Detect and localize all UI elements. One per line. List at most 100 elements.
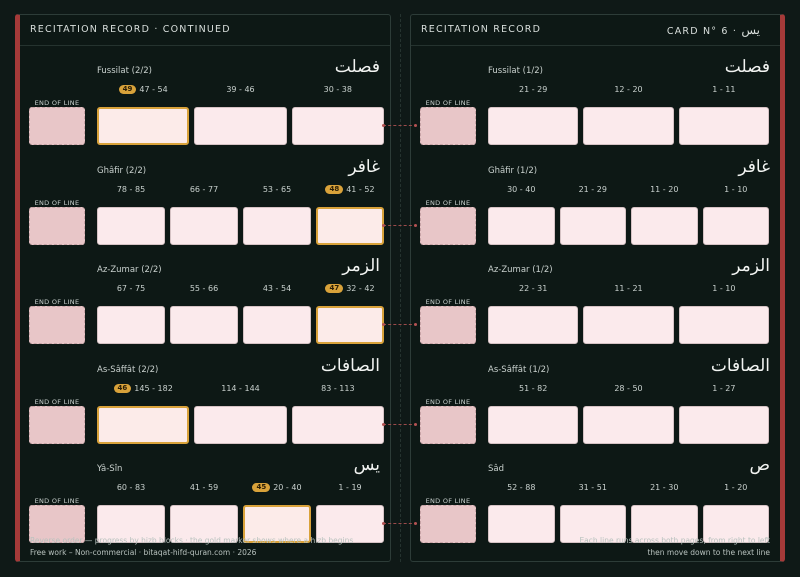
verse-range-text: 53 - 65 — [262, 184, 292, 194]
recitation-block[interactable] — [170, 306, 238, 344]
verse-range-text: 1 - 11 — [712, 85, 736, 94]
block-verse-range: 22 - 31 — [488, 284, 578, 293]
block-verse-range: 21 - 29 — [560, 185, 627, 194]
verse-range-text: 41 - 59 — [189, 483, 219, 492]
verse-range-text: 21 - 30 — [650, 483, 679, 492]
hizb-badge: 48 — [325, 184, 344, 194]
block-verse-range: 41 - 59 — [170, 483, 238, 492]
surah-arabic-name: الزمر — [342, 256, 380, 276]
surah-name: Fussilat (1/2) — [488, 66, 543, 76]
block-verse-range: 66 - 77 — [170, 185, 238, 194]
recitation-block[interactable] — [170, 206, 238, 245]
verse-range-text: 11 - 21 — [614, 284, 643, 293]
surah-arabic-name: الزمر — [732, 256, 770, 276]
block-verse-range: 53 - 65 — [243, 185, 311, 194]
end-of-line-box[interactable] — [29, 306, 85, 344]
surah-section: As-Sâffât (2/2) الصافات END OF LINE 46 145 -… — [20, 356, 390, 459]
block-verse-range: 21 - 29 — [488, 85, 578, 94]
verse-range-text: 51 - 82 — [518, 383, 548, 393]
block-verse-range: 1 - 10 — [703, 185, 770, 194]
verse-range-text: 43 - 54 — [262, 284, 292, 293]
surah-arabic-name: غافر — [348, 156, 380, 177]
block-verse-range: 21 - 30 — [631, 483, 698, 492]
verse-range-text: 28 - 50 — [614, 383, 643, 393]
block-verse-range: 67 - 75 — [97, 284, 165, 293]
recitation-block[interactable] — [678, 405, 769, 444]
end-of-line-box[interactable] — [420, 206, 476, 245]
recitation-block[interactable] — [702, 206, 769, 245]
hizb-badge: 46 — [113, 383, 132, 393]
surah-section: Ghâfir (1/2) غافر END OF LINE 30 - 40 21 - 2… — [411, 157, 780, 260]
hizb-start-block[interactable] — [316, 206, 384, 245]
hizb-badge: 45 — [252, 483, 271, 492]
recitation-block[interactable] — [559, 206, 626, 245]
end-of-line-box[interactable] — [29, 405, 85, 444]
end-of-line-box[interactable] — [420, 107, 476, 145]
end-of-line-box[interactable] — [420, 405, 476, 444]
recitation-block[interactable] — [488, 107, 579, 145]
end-of-line-box[interactable] — [420, 505, 476, 543]
verse-range-text: 12 - 20 — [614, 85, 643, 94]
verse-range-text: 47 - 54 — [139, 85, 168, 94]
recitation-block[interactable] — [243, 306, 311, 344]
recitation-block[interactable] — [583, 405, 674, 444]
surah-section: Ghâfir (2/2) غافر END OF LINE 78 - 85 66 - 7… — [20, 156, 390, 260]
left-header: RECITATION RECORD · CONTINUED — [20, 15, 390, 46]
connector-dot — [414, 522, 417, 525]
connector-dot — [382, 124, 385, 127]
verse-range-text: 1 - 10 — [712, 284, 736, 293]
verse-range-text: 1 - 10 — [724, 184, 748, 194]
recitation-block[interactable] — [678, 306, 769, 344]
block-verse-range: 1 - 20 — [703, 483, 770, 492]
surah-arabic-name: فصلت — [334, 57, 380, 77]
left-page-title: RECITATION RECORD · CONTINUED — [30, 24, 231, 35]
line-connector — [383, 523, 417, 524]
recitation-block[interactable] — [97, 206, 165, 245]
card-label: CARD N° 6 · — [666, 26, 738, 37]
end-of-line-box[interactable] — [420, 306, 476, 344]
hizb-start-block[interactable] — [316, 306, 384, 344]
surah-name: Yâ-Sîn — [97, 464, 123, 474]
line-connector — [383, 125, 417, 126]
verse-range-text: 21 - 29 — [578, 184, 607, 194]
recitation-block[interactable] — [488, 505, 555, 543]
recitation-block[interactable] — [488, 306, 579, 344]
recitation-block[interactable] — [243, 206, 311, 245]
end-of-line-box[interactable] — [29, 206, 85, 245]
recitation-block[interactable] — [678, 107, 769, 145]
end-of-line-label: END OF LINE — [425, 99, 471, 107]
recitation-block[interactable] — [291, 107, 384, 145]
card-arabic: يس — [741, 23, 760, 37]
block-verse-range: 30 - 40 — [488, 185, 555, 194]
recitation-block[interactable] — [631, 206, 698, 245]
recitation-block[interactable] — [194, 107, 287, 145]
card-number: CARD N° 6 · يس — [667, 23, 760, 37]
block-verse-range: 49 47 - 54 — [97, 85, 189, 94]
verse-range-text: 66 - 77 — [189, 184, 219, 194]
left-footer: Reverse order — progress by hizb blocks … — [30, 535, 353, 559]
hizb-start-block[interactable] — [97, 107, 190, 145]
verse-range-text: 83 - 113 — [321, 383, 355, 393]
verse-range-text: 52 - 88 — [507, 483, 536, 492]
right-page: RECITATION RECORD CARD N° 6 · يس Fussila… — [410, 14, 785, 562]
surah-section: Fussilat (1/2) فصلت END OF LINE 21 - 29 12 -… — [411, 57, 780, 160]
recitation-block[interactable] — [97, 306, 165, 344]
end-of-line-box[interactable] — [29, 107, 85, 145]
recitation-block[interactable] — [488, 206, 555, 245]
recitation-block[interactable] — [583, 107, 674, 145]
block-verse-range: 78 - 85 — [97, 185, 165, 194]
block-verse-range: 47 32 - 42 — [316, 284, 384, 293]
end-of-line-label: END OF LINE — [34, 497, 80, 505]
surah-name: Az-Zumar (1/2) — [488, 265, 553, 275]
recitation-block[interactable] — [583, 306, 674, 344]
block-verse-range: 114 - 144 — [194, 384, 286, 393]
hizb-start-block[interactable] — [97, 405, 190, 444]
block-verse-range: 48 41 - 52 — [316, 184, 384, 194]
surah-section: Az-Zumar (1/2) الزمر END OF LINE 22 - 31 11 … — [411, 256, 780, 359]
recitation-block[interactable] — [194, 405, 287, 444]
verse-range-text: 1 - 27 — [712, 383, 736, 393]
hizb-badge: 47 — [325, 284, 344, 293]
recitation-block[interactable] — [488, 405, 579, 444]
recitation-block[interactable] — [291, 405, 384, 444]
verse-range-text: 41 - 52 — [346, 184, 375, 194]
